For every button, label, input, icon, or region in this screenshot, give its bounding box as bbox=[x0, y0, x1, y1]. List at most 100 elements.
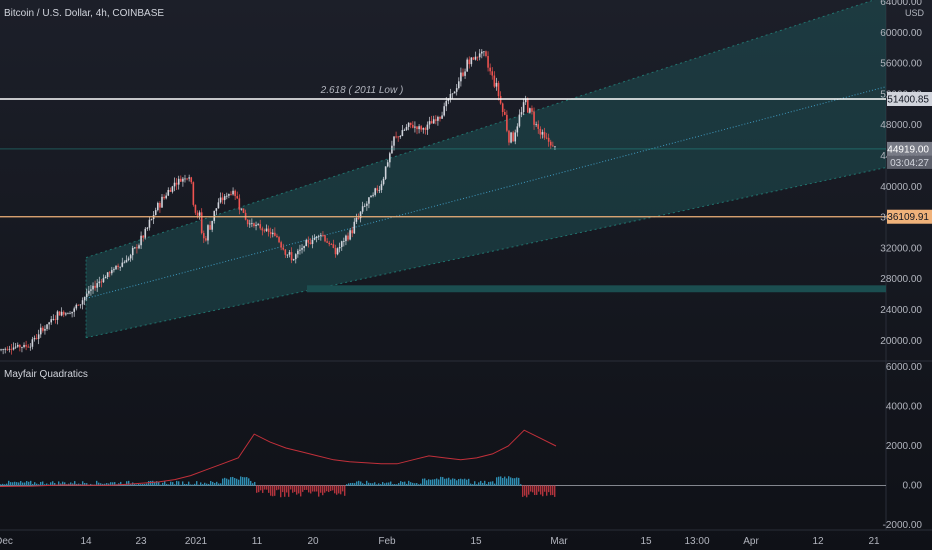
candle-body bbox=[56, 311, 59, 320]
histogram-bar bbox=[158, 481, 160, 486]
candle-body bbox=[261, 228, 264, 231]
candle-body bbox=[238, 198, 241, 210]
candle-body bbox=[177, 178, 180, 185]
candle-body bbox=[123, 262, 126, 264]
candle-body bbox=[246, 219, 249, 225]
candle-body bbox=[12, 347, 15, 350]
indicator-title: Mayfair Quadratics bbox=[4, 369, 88, 380]
candle-body bbox=[148, 219, 151, 228]
candle-body bbox=[234, 190, 236, 197]
histogram-bar bbox=[496, 477, 498, 486]
histogram-bar bbox=[284, 485, 286, 497]
candle-body bbox=[240, 208, 243, 210]
candle-body bbox=[474, 56, 477, 60]
candle-body bbox=[60, 311, 63, 316]
histogram-bar bbox=[168, 484, 170, 486]
histogram-bar bbox=[152, 480, 154, 486]
candle-body bbox=[460, 72, 462, 82]
candle-body bbox=[154, 210, 157, 216]
histogram-bar bbox=[470, 483, 472, 486]
histogram-bar bbox=[192, 484, 194, 486]
candle-body bbox=[221, 197, 224, 201]
histogram-bar bbox=[536, 485, 538, 495]
candle-body bbox=[432, 119, 435, 124]
price-chart[interactable]: 2.618 ( 2011 Low ) 64000.00 60000.00 56000.… bbox=[0, 0, 932, 550]
histogram-bar bbox=[34, 482, 36, 486]
histogram-bar bbox=[320, 485, 322, 493]
candle-body bbox=[499, 96, 502, 104]
histogram-bar bbox=[356, 481, 358, 486]
histogram-bar bbox=[504, 476, 506, 486]
candle-body bbox=[209, 225, 211, 230]
histogram-bar bbox=[196, 481, 198, 486]
candle-body bbox=[328, 242, 331, 245]
candle-body bbox=[228, 194, 230, 196]
candle-body bbox=[374, 188, 376, 195]
candle-body bbox=[280, 242, 282, 248]
histogram-bar bbox=[524, 485, 526, 496]
histogram-bar bbox=[324, 485, 326, 493]
histogram-bar bbox=[450, 479, 452, 486]
candle-body bbox=[437, 116, 439, 121]
indicator-tick-label: -2000.00 bbox=[883, 520, 923, 531]
histogram-bar bbox=[318, 485, 320, 497]
histogram-bar bbox=[422, 478, 424, 486]
histogram-bar bbox=[326, 485, 328, 492]
candle-body bbox=[253, 223, 255, 227]
candle-body bbox=[44, 328, 46, 331]
candle-body bbox=[225, 195, 228, 197]
histogram-bar bbox=[222, 478, 224, 486]
histogram-bar bbox=[342, 485, 344, 492]
histogram-bar bbox=[42, 481, 44, 486]
candle-body bbox=[491, 71, 494, 76]
time-tick-label: 2021 bbox=[185, 536, 208, 547]
indicator-tick-label: 0.00 bbox=[903, 481, 923, 492]
histogram-bar bbox=[210, 481, 212, 486]
histogram-bar bbox=[522, 485, 524, 497]
candle-body bbox=[451, 93, 454, 95]
histogram-bar bbox=[170, 481, 172, 486]
candle-body bbox=[334, 247, 337, 255]
histogram-bar bbox=[410, 482, 412, 486]
histogram-bar bbox=[230, 477, 232, 486]
indicator-tick-label: 6000.00 bbox=[886, 362, 923, 373]
candle-body bbox=[131, 247, 134, 256]
candle-body bbox=[508, 130, 510, 143]
histogram-bar bbox=[508, 476, 510, 486]
candle-body bbox=[182, 178, 184, 182]
candle-body bbox=[167, 189, 170, 196]
candle-body bbox=[391, 145, 393, 154]
support-price-tag: 36109.91 bbox=[887, 212, 929, 223]
candle-body bbox=[257, 224, 259, 225]
candle-body bbox=[196, 212, 199, 216]
histogram-bar bbox=[272, 485, 274, 497]
candle-body bbox=[368, 197, 370, 204]
price-tick-label: 24000.00 bbox=[880, 305, 922, 316]
histogram-bar bbox=[468, 478, 470, 486]
histogram-bar bbox=[466, 479, 468, 486]
histogram-bar bbox=[238, 479, 240, 486]
histogram-bar bbox=[516, 477, 518, 486]
candle-body bbox=[320, 235, 322, 237]
candle-body bbox=[407, 122, 410, 127]
histogram-bar bbox=[384, 483, 386, 486]
candle-body bbox=[401, 130, 404, 137]
candle-body bbox=[129, 255, 132, 259]
histogram-bar bbox=[472, 484, 474, 486]
histogram-bar bbox=[250, 480, 252, 486]
candle-body bbox=[125, 259, 128, 263]
candle-body bbox=[526, 98, 529, 113]
candle-body bbox=[163, 196, 165, 199]
histogram-bar bbox=[206, 483, 208, 486]
candle-body bbox=[330, 244, 333, 245]
candle-body bbox=[83, 297, 86, 301]
histogram-bar bbox=[208, 483, 210, 486]
candle-body bbox=[284, 249, 287, 255]
candle-body bbox=[27, 346, 30, 348]
histogram-bar bbox=[198, 484, 200, 486]
candle-body bbox=[10, 348, 13, 350]
price-tick-label: 60000.00 bbox=[880, 28, 922, 39]
histogram-bar bbox=[540, 485, 542, 495]
histogram-bar bbox=[336, 485, 338, 495]
histogram-bar bbox=[242, 477, 244, 486]
